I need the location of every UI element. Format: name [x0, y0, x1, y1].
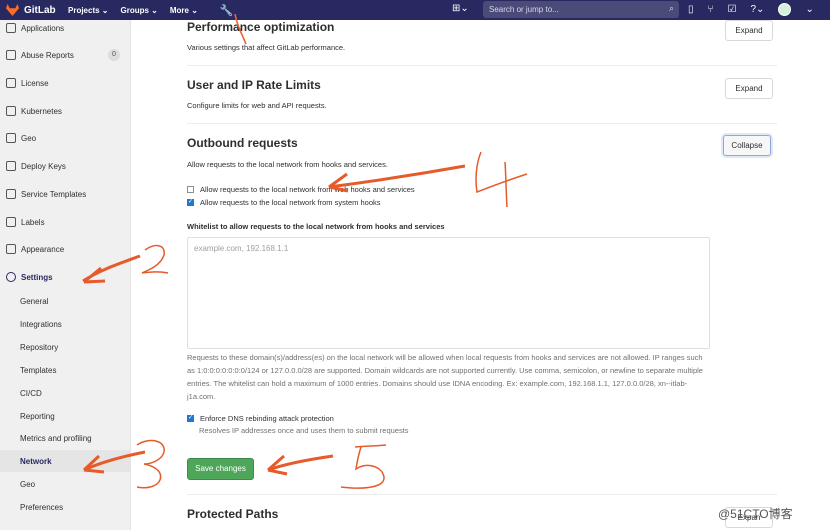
settings-subitem-preferences[interactable]: Preferences — [20, 503, 63, 512]
search-input[interactable]: Search or jump to... ⌕ — [483, 1, 679, 18]
projects-menu[interactable]: Projects ⌄ — [68, 6, 109, 15]
sidebar-item-appearance[interactable]: Appearance — [0, 238, 131, 260]
label-icon — [6, 217, 16, 227]
license-icon — [6, 78, 16, 88]
plus-square-icon[interactable]: ⊞⌄ — [452, 3, 469, 14]
search-icon: ⌕ — [668, 3, 674, 13]
section-divider — [187, 494, 777, 495]
settings-subitem-network[interactable]: Network — [20, 457, 52, 466]
sidebar-item-label: Appearance — [21, 244, 65, 254]
search-placeholder: Search or jump to... — [489, 5, 559, 14]
settings-subitem-ci-cd[interactable]: CI/CD — [20, 389, 42, 398]
sidebar-item-label: Abuse Reports — [21, 50, 74, 60]
fox-logo-icon — [6, 4, 19, 16]
section-divider — [187, 123, 777, 124]
merge-requests-icon[interactable]: ⑂ — [708, 4, 714, 15]
main-content: Performance optimization Various setting… — [131, 20, 830, 530]
sidebar-item-service-templates[interactable]: Service Templates — [0, 183, 131, 205]
sidebar-item-applications[interactable]: Applications — [0, 17, 131, 39]
rate-limits-expand-button[interactable]: Expand — [725, 78, 773, 99]
sidebar-item-label: License — [21, 78, 49, 88]
sidebar-item-deploy-keys[interactable]: Deploy Keys — [0, 155, 131, 177]
performance-expand-button[interactable]: Expand — [725, 20, 773, 41]
sidebar-item-label: Settings — [21, 272, 53, 282]
dns-protection-checkbox[interactable] — [187, 414, 194, 422]
sidebar-item-label: Applications — [21, 23, 65, 33]
sidebar-item-label: Labels — [21, 217, 45, 227]
settings-subitem-repository[interactable]: Repository — [20, 343, 58, 352]
outbound-description: Allow requests to the local network from… — [187, 160, 388, 169]
settings-subitem-integrations[interactable]: Integrations — [20, 320, 62, 329]
sidebar-item-labels[interactable]: Labels — [0, 211, 131, 233]
todo-icon[interactable]: ☑ — [728, 4, 737, 15]
brand-name: GitLab — [24, 4, 56, 16]
sidebar-item-label: Kubernetes — [21, 106, 62, 116]
user-menu-chevron-icon[interactable]: ⌄ — [805, 4, 813, 15]
outbound-collapse-button[interactable]: Collapse — [723, 135, 771, 156]
geo-icon — [6, 133, 16, 143]
web-hooks-label: Allow requests to the local network from… — [200, 185, 415, 194]
kubernetes-icon — [6, 106, 16, 116]
sidebar-item-settings[interactable]: Settings — [0, 266, 131, 288]
whitelist-help-text: Requests to these domain(s)/address(es) … — [187, 353, 703, 401]
groups-menu[interactable]: Groups ⌄ — [121, 6, 158, 15]
sidebar-item-label: Service Templates — [21, 189, 87, 199]
web-hooks-checkbox-row[interactable]: Allow requests to the local network from… — [187, 185, 415, 194]
system-hooks-checkbox-row[interactable]: Allow requests to the local network from… — [187, 198, 381, 207]
appearance-icon — [6, 244, 16, 254]
whitelist-textarea[interactable]: example.com, 192.168.1.1 — [187, 237, 710, 349]
avatar[interactable] — [778, 3, 792, 16]
settings-icon — [6, 272, 16, 282]
sidebar-item-geo[interactable]: Geo — [0, 127, 131, 149]
user-actions: ▯ ⑂ ☑ ?⌄ ⌄ — [688, 3, 814, 16]
settings-subitem-general[interactable]: General — [20, 297, 48, 306]
report-icon — [6, 50, 16, 60]
settings-subitem-metrics[interactable]: Metrics and profiling — [20, 434, 92, 443]
rate-limits-description: Configure limits for web and API request… — [187, 101, 327, 110]
new-item-controls: ⊞⌄ — [452, 3, 469, 14]
system-hooks-label: Allow requests to the local network from… — [200, 198, 381, 207]
performance-description: Various settings that affect GitLab perf… — [187, 43, 346, 52]
app-icon — [6, 23, 16, 33]
sidebar-item-kubernetes[interactable]: Kubernetes — [0, 100, 131, 122]
whitelist-placeholder: example.com, 192.168.1.1 — [194, 244, 289, 253]
rate-limits-title: User and IP Rate Limits — [187, 78, 321, 92]
sidebar-item-abuse-reports[interactable]: Abuse Reports 0 — [0, 44, 131, 66]
save-changes-button[interactable]: Save changes — [187, 458, 254, 480]
main-nav: Projects ⌄ Groups ⌄ More ⌄ 🔧 — [68, 4, 234, 17]
dns-protection-help-text: Resolves IP addresses once and uses them… — [199, 426, 409, 435]
admin-wrench-icon[interactable]: 🔧 — [220, 4, 234, 17]
sidebar-item-label: Geo — [21, 133, 37, 143]
more-menu[interactable]: More ⌄ — [170, 6, 198, 15]
sidebar-item-license[interactable]: License — [0, 72, 131, 94]
watermark-text: @51CTO博客 — [718, 507, 793, 521]
sidebar-item-label: Deploy Keys — [21, 161, 66, 171]
template-icon — [6, 189, 16, 199]
settings-subitem-templates[interactable]: Templates — [20, 366, 56, 375]
settings-subitem-reporting[interactable]: Reporting — [20, 412, 55, 421]
admin-sidebar: Applications Abuse Reports 0 License Kube… — [0, 20, 131, 530]
abuse-count-badge: 0 — [108, 49, 120, 61]
dns-protection-checkbox-row[interactable]: Enforce DNS rebinding attack protection — [187, 414, 334, 423]
issues-icon[interactable]: ▯ — [688, 4, 694, 15]
system-hooks-checkbox[interactable] — [187, 198, 194, 206]
help-icon[interactable]: ?⌄ — [750, 4, 764, 15]
protected-paths-title: Protected Paths — [187, 507, 279, 521]
section-divider — [187, 65, 777, 66]
settings-subitem-geo[interactable]: Geo — [20, 480, 35, 489]
key-icon — [6, 161, 16, 171]
web-hooks-checkbox[interactable] — [187, 186, 194, 193]
dns-protection-label: Enforce DNS rebinding attack protection — [200, 414, 334, 423]
gitlab-logo[interactable]: GitLab — [0, 4, 68, 16]
outbound-requests-title: Outbound requests — [187, 136, 298, 150]
performance-title: Performance optimization — [187, 20, 335, 34]
whitelist-label: Whitelist to allow requests to the local… — [187, 222, 445, 231]
